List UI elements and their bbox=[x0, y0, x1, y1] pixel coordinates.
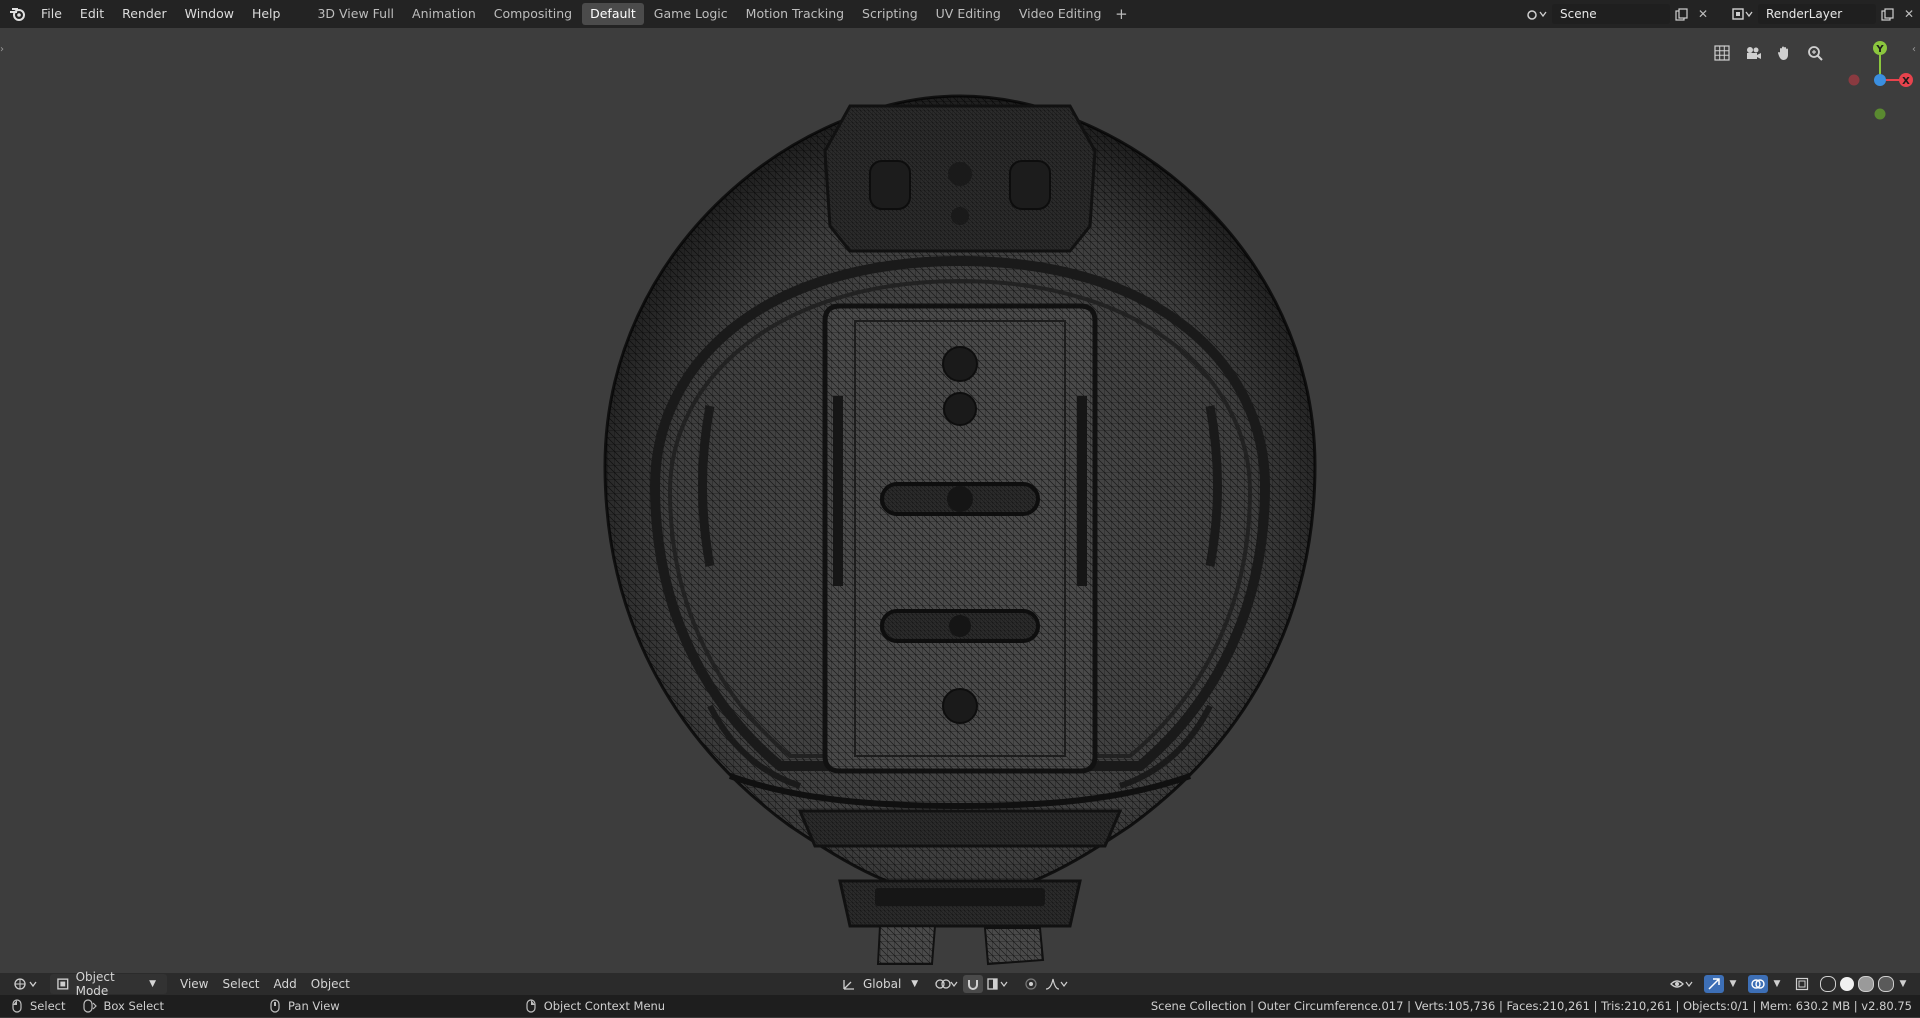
gizmo-toggle-icon[interactable] bbox=[1704, 975, 1724, 993]
solid-shading-icon[interactable] bbox=[1840, 977, 1854, 991]
tab-scripting[interactable]: Scripting bbox=[854, 3, 926, 25]
copy-scene-icon[interactable] bbox=[1670, 4, 1692, 24]
wireframe-shading-icon[interactable] bbox=[1820, 976, 1836, 992]
scene-statistics: Scene Collection | Outer Circumference.0… bbox=[1150, 999, 1912, 1013]
menu-help[interactable]: Help bbox=[243, 0, 290, 28]
tab-animation[interactable]: Animation bbox=[404, 3, 484, 25]
viewport-nav-tools bbox=[1704, 40, 1828, 66]
tab-default[interactable]: Default bbox=[582, 3, 644, 25]
status-context-menu-label: Object Context Menu bbox=[543, 999, 666, 1013]
mouse-left-icon bbox=[10, 999, 24, 1013]
menu-object[interactable]: Object bbox=[306, 974, 355, 994]
gizmo-neg-y-axis[interactable] bbox=[1874, 108, 1886, 120]
menu-select[interactable]: Select bbox=[217, 974, 264, 994]
status-pan-view: Pan View bbox=[268, 999, 340, 1013]
status-box-select: Box Select bbox=[83, 999, 164, 1013]
tab-motion-tracking[interactable]: Motion Tracking bbox=[738, 3, 852, 25]
workspace-tabs: 3D View Full Animation Compositing Defau… bbox=[309, 0, 1131, 28]
tab-game-logic[interactable]: Game Logic bbox=[646, 3, 736, 25]
mouse-drag-icon bbox=[83, 999, 98, 1013]
object-mode-dropdown[interactable]: Object Mode ▼ bbox=[50, 970, 167, 998]
status-pan-view-label: Pan View bbox=[288, 999, 340, 1013]
wireframe-mesh-object[interactable] bbox=[600, 66, 1320, 966]
object-mode-label: Object Mode bbox=[75, 970, 115, 998]
render-layer-icon[interactable] bbox=[1728, 3, 1758, 25]
pan-hand-icon[interactable] bbox=[1771, 40, 1797, 66]
editor-type-button[interactable] bbox=[8, 974, 44, 994]
menu-edit[interactable]: Edit bbox=[71, 0, 113, 28]
tab-video-editing[interactable]: Video Editing bbox=[1011, 3, 1110, 25]
render-layer-field[interactable]: RenderLayer bbox=[1758, 4, 1876, 24]
snap-toggle-icon[interactable] bbox=[963, 975, 984, 993]
transform-tools: Global ▼ bbox=[836, 973, 1071, 995]
status-select: Select bbox=[10, 999, 65, 1013]
menu-window[interactable]: Window bbox=[176, 0, 243, 28]
menu-file[interactable]: File bbox=[32, 0, 71, 28]
top-bar: File Edit Render Window Help 3D View Ful… bbox=[0, 0, 1920, 28]
toolbar-expand-icon[interactable]: › bbox=[0, 44, 8, 60]
mouse-middle-icon bbox=[268, 999, 282, 1013]
scene-field[interactable]: Scene bbox=[1552, 4, 1670, 24]
object-mode-icon bbox=[57, 978, 69, 990]
visibility-eye-icon[interactable] bbox=[1668, 975, 1696, 993]
rendered-shading-icon[interactable] bbox=[1878, 976, 1894, 992]
status-box-select-label: Box Select bbox=[103, 999, 164, 1013]
blender-logo-icon[interactable] bbox=[4, 0, 32, 28]
add-workspace-button[interactable]: + bbox=[1111, 5, 1131, 23]
viewport-shading-tools: ▼ ▼ ▼ bbox=[1666, 973, 1910, 995]
copy-render-layer-icon[interactable] bbox=[1876, 4, 1898, 24]
zoom-icon[interactable] bbox=[1802, 40, 1828, 66]
grid-view-icon[interactable] bbox=[1709, 40, 1735, 66]
chevron-down-icon: ▼ bbox=[149, 979, 156, 989]
scene-selector: Scene ✕ bbox=[1522, 3, 1714, 25]
pivot-point-icon[interactable] bbox=[933, 975, 961, 993]
xray-toggle-icon[interactable] bbox=[1792, 975, 1812, 993]
close-render-layer-icon[interactable]: ✕ bbox=[1898, 4, 1920, 24]
viewport-header: Object Mode ▼ View Select Add Object Glo… bbox=[0, 970, 1920, 998]
snap-target-icon[interactable] bbox=[985, 975, 1011, 993]
chevron-down-icon[interactable]: ▼ bbox=[1726, 975, 1740, 993]
menu-view[interactable]: View bbox=[175, 974, 213, 994]
chevron-down-icon: ▼ bbox=[911, 979, 919, 989]
gizmo-x-label: X bbox=[1902, 76, 1910, 87]
proportional-edit-icon[interactable] bbox=[1021, 975, 1041, 993]
navigation-gizmo[interactable]: Y X bbox=[1836, 32, 1916, 122]
orientation-icon bbox=[843, 980, 854, 990]
menu-add[interactable]: Add bbox=[269, 974, 302, 994]
falloff-icon[interactable] bbox=[1043, 975, 1071, 993]
camera-view-icon[interactable] bbox=[1740, 40, 1766, 66]
top-right-selectors: Scene ✕ RenderLayer ✕ bbox=[1508, 0, 1920, 28]
render-layer-selector: RenderLayer ✕ bbox=[1728, 3, 1920, 25]
orientation-dropdown[interactable]: Global ▼ bbox=[836, 974, 923, 994]
chevron-down-icon[interactable]: ▼ bbox=[1770, 975, 1784, 993]
chevron-down-icon[interactable]: ▼ bbox=[1896, 975, 1910, 993]
gizmo-neg-x-axis[interactable] bbox=[1848, 74, 1860, 86]
orientation-label: Global bbox=[863, 977, 902, 991]
material-shading-icon[interactable] bbox=[1858, 976, 1874, 992]
tab-compositing[interactable]: Compositing bbox=[486, 3, 580, 25]
status-context-menu: Object Context Menu bbox=[524, 999, 665, 1013]
close-scene-icon[interactable]: ✕ bbox=[1692, 4, 1714, 24]
status-select-label: Select bbox=[30, 999, 66, 1013]
tab-uv-editing[interactable]: UV Editing bbox=[928, 3, 1009, 25]
scene-icon[interactable] bbox=[1522, 3, 1552, 25]
3d-viewport[interactable]: › ‹ Y X bbox=[0, 28, 1920, 973]
gizmo-z-axis[interactable] bbox=[1874, 74, 1886, 86]
menu-render[interactable]: Render bbox=[113, 0, 176, 28]
mouse-right-icon bbox=[524, 999, 538, 1013]
status-bar: Select Box Select Pan View Object Contex… bbox=[0, 995, 1920, 1017]
tab-3d-view-full[interactable]: 3D View Full bbox=[309, 3, 402, 25]
gizmo-y-label: Y bbox=[1875, 44, 1884, 55]
overlays-toggle-icon[interactable] bbox=[1748, 975, 1768, 993]
